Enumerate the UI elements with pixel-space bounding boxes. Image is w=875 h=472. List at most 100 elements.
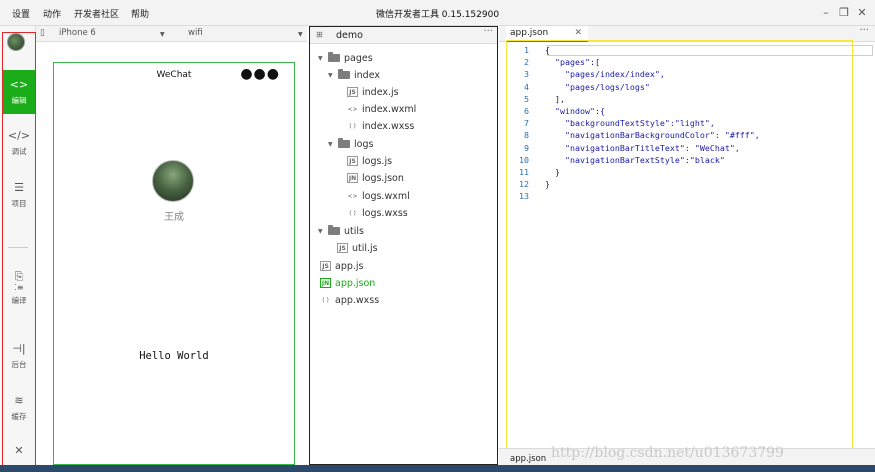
tree-node-label: logs.wxml — [362, 190, 410, 202]
sidebar-item-project[interactable]: ☰ 项目 — [3, 173, 35, 217]
code-line: 12} — [507, 178, 867, 190]
sidebar-item-label: 编辑 — [11, 96, 27, 105]
tree-file-index-wxss[interactable]: ( ) index.wxss — [347, 118, 414, 134]
sidebar-item-cache[interactable]: ≋ 缓存 — [3, 386, 35, 430]
code-line: 2 "pages":[ — [507, 56, 867, 68]
sidebar-item-label: 编译 — [11, 296, 27, 305]
tree-file-index-js[interactable]: JS index.js — [347, 84, 399, 100]
line-text: ], — [545, 93, 565, 104]
tree-node-label: app.js — [335, 260, 364, 272]
close-tab-icon[interactable]: ✕ — [574, 28, 582, 38]
menu-settings[interactable]: 设置 — [12, 7, 30, 20]
chevron-down-icon[interactable]: ▼ — [160, 31, 165, 38]
os-taskbar — [0, 465, 875, 472]
tree-file-app-js[interactable]: JS app.js — [320, 258, 364, 274]
user-avatar[interactable] — [152, 160, 194, 202]
sidebar-divider — [8, 247, 28, 248]
line-number: 10 — [519, 154, 529, 165]
sim-navigation-bar: WeChat ●●● — [54, 63, 294, 87]
folder-icon — [328, 52, 340, 62]
line-number: 5 — [524, 93, 529, 104]
tree-node-label: app.wxss — [335, 294, 380, 306]
layers-icon: ≋ — [14, 394, 24, 407]
sidebar-item-label: 缓存 — [11, 412, 27, 421]
network-select[interactable]: wifi — [188, 28, 203, 38]
line-text: "pages/logs/logs" — [545, 81, 650, 92]
device-toolbar: ▯ iPhone 6 ▼ wifi ▼ — [36, 26, 307, 42]
menu-dev-community[interactable]: 开发者社区 — [74, 7, 119, 20]
js-file-icon: JS — [347, 156, 358, 166]
code-line: 1{ — [507, 44, 867, 56]
watermark-text: http://blog.csdn.net/u013673799 — [551, 445, 784, 461]
close-icon[interactable]: ✕ — [855, 5, 869, 19]
tree-file-app-wxss[interactable]: ( ) app.wxss — [320, 292, 379, 308]
line-text: } — [545, 179, 550, 190]
more-icon[interactable]: ··· — [483, 26, 493, 37]
json-file-icon: JN — [320, 278, 331, 288]
tree-folder-utils[interactable]: ▼ utils — [318, 223, 364, 239]
tree-file-app-json[interactable]: JN app.json — [320, 275, 375, 291]
line-text: "window":{ — [545, 105, 605, 116]
line-text: "pages":[ — [545, 57, 600, 68]
project-icon: ⊞ — [316, 30, 323, 39]
sidebar-item-compile[interactable]: ⎘ ⁚≡ 编译 — [3, 262, 35, 314]
sidebar-close[interactable]: ✕ — [3, 440, 35, 462]
file-tree-panel: ⊞ demo ··· ▼ pages ▼ index JS index.js <> in… — [309, 26, 498, 465]
phone-icon: ▯ — [40, 28, 45, 38]
tree-file-logs-js[interactable]: JS logs.js — [347, 153, 392, 169]
line-number: 3 — [524, 69, 529, 80]
more-icon[interactable]: ··· — [859, 25, 869, 36]
tree-file-logs-wxss[interactable]: ( ) logs.wxss — [347, 205, 408, 221]
tree-node-label: pages — [344, 52, 373, 64]
devtools-window: 设置 动作 开发者社区 帮助 微信开发者工具 0.15.152900 – ❐ ✕… — [0, 0, 875, 472]
caret-down-icon: ▼ — [318, 227, 323, 235]
code-line: 9 "navigationBarTitleText": "WeChat", — [507, 142, 867, 154]
wxss-file-icon: ( ) — [349, 122, 356, 130]
tree-node-label: logs.js — [362, 155, 393, 167]
tree-folder-index[interactable]: ▼ index — [328, 67, 380, 83]
tree-file-util-js[interactable]: JS util.js — [337, 240, 378, 256]
tree-node-label: utils — [344, 225, 364, 237]
tree-node-label: logs — [354, 138, 374, 150]
sidebar-item-background[interactable]: ⊣| 后台 — [3, 334, 35, 378]
tree-folder-logs[interactable]: ▼ logs — [328, 136, 373, 152]
hello-text: Hello World — [139, 350, 209, 362]
line-text: "backgroundTextStyle":"light", — [545, 118, 715, 129]
js-file-icon: JS — [337, 243, 348, 253]
more-dots-icon[interactable]: ●●● — [240, 66, 280, 82]
js-file-icon: JS — [347, 87, 358, 97]
sidebar-item-debug[interactable]: </> 调试 — [3, 121, 35, 165]
tree-node-label: logs.json — [362, 172, 404, 184]
sidebar-item-label: 调试 — [11, 147, 27, 156]
chevron-down-icon[interactable]: ▼ — [298, 31, 303, 38]
line-number: 2 — [524, 57, 529, 68]
tree-node-label: app.json — [335, 277, 376, 289]
wxml-file-icon: <> — [347, 105, 358, 113]
line-number: 4 — [524, 81, 529, 92]
sidebar-item-edit[interactable]: <> 编辑 — [3, 70, 35, 114]
wxss-file-icon: ( ) — [322, 296, 329, 304]
line-number: 8 — [524, 130, 529, 141]
code-line: 8 "navigationBarBackgroundColor": "#fff"… — [507, 129, 867, 141]
sidebar-item-label: 项目 — [11, 199, 27, 208]
code-line: 10 "navigationBarTextStyle":"black" — [507, 154, 867, 166]
tree-node-label: index.wxss — [362, 120, 415, 132]
tree-file-logs-wxml[interactable]: <> logs.wxml — [347, 188, 410, 204]
menu-help[interactable]: 帮助 — [131, 7, 149, 20]
line-number: 1 — [524, 45, 529, 55]
file-tree-header: ⊞ demo ··· — [310, 26, 497, 44]
code-line: 13 — [507, 190, 867, 202]
menu-actions[interactable]: 动作 — [43, 7, 61, 20]
restore-icon[interactable]: ❐ — [837, 5, 851, 19]
tree-file-logs-json[interactable]: JN logs.json — [347, 170, 404, 186]
minimize-icon[interactable]: – — [819, 5, 833, 19]
code-area[interactable]: 1{ 2 "pages":[ 3 "pages/index/index", 4 … — [507, 44, 873, 202]
line-text: "pages/index/index", — [545, 69, 665, 80]
tree-node-label: index.wxml — [362, 103, 417, 115]
code-line: 4 "pages/logs/logs" — [507, 81, 867, 93]
tree-folder-pages[interactable]: ▼ pages — [318, 50, 373, 66]
device-select[interactable]: iPhone 6 — [59, 28, 96, 38]
tree-file-index-wxml[interactable]: <> index.wxml — [347, 101, 416, 117]
json-file-icon: JN — [347, 173, 358, 183]
tab-label: app.json — [510, 28, 549, 38]
